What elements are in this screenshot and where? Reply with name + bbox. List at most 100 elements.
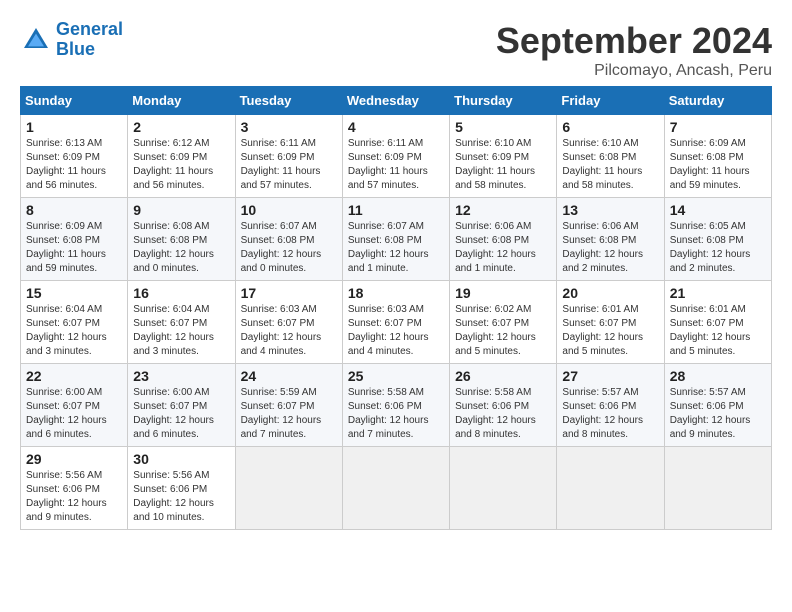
calendar-cell: 6 Sunrise: 6:10 AM Sunset: 6:08 PM Dayli… <box>557 115 664 198</box>
calendar-cell: 1 Sunrise: 6:13 AM Sunset: 6:09 PM Dayli… <box>21 115 128 198</box>
day-info: Sunrise: 6:02 AM Sunset: 6:07 PM Dayligh… <box>455 303 551 359</box>
col-tuesday: Tuesday <box>235 87 342 115</box>
day-number: 15 <box>26 285 122 301</box>
day-info: Sunrise: 6:08 AM Sunset: 6:08 PM Dayligh… <box>133 220 229 276</box>
calendar-cell: 30 Sunrise: 5:56 AM Sunset: 6:06 PM Dayl… <box>128 447 235 530</box>
calendar-cell: 4 Sunrise: 6:11 AM Sunset: 6:09 PM Dayli… <box>342 115 449 198</box>
day-info: Sunrise: 5:56 AM Sunset: 6:06 PM Dayligh… <box>133 469 229 525</box>
calendar-body: 1 Sunrise: 6:13 AM Sunset: 6:09 PM Dayli… <box>21 115 772 530</box>
day-info: Sunrise: 5:56 AM Sunset: 6:06 PM Dayligh… <box>26 469 122 525</box>
calendar-cell: 11 Sunrise: 6:07 AM Sunset: 6:08 PM Dayl… <box>342 198 449 281</box>
day-number: 19 <box>455 285 551 301</box>
location-subtitle: Pilcomayo, Ancash, Peru <box>496 62 772 80</box>
day-number: 14 <box>670 202 766 218</box>
calendar-cell: 19 Sunrise: 6:02 AM Sunset: 6:07 PM Dayl… <box>450 281 557 364</box>
calendar-cell: 26 Sunrise: 5:58 AM Sunset: 6:06 PM Dayl… <box>450 364 557 447</box>
calendar-cell <box>235 447 342 530</box>
calendar-cell: 15 Sunrise: 6:04 AM Sunset: 6:07 PM Dayl… <box>21 281 128 364</box>
header-row: Sunday Monday Tuesday Wednesday Thursday… <box>21 87 772 115</box>
day-number: 21 <box>670 285 766 301</box>
calendar-cell <box>557 447 664 530</box>
calendar-cell: 20 Sunrise: 6:01 AM Sunset: 6:07 PM Dayl… <box>557 281 664 364</box>
day-info: Sunrise: 6:01 AM Sunset: 6:07 PM Dayligh… <box>670 303 766 359</box>
day-info: Sunrise: 6:13 AM Sunset: 6:09 PM Dayligh… <box>26 137 122 193</box>
day-number: 10 <box>241 202 337 218</box>
day-info: Sunrise: 6:05 AM Sunset: 6:08 PM Dayligh… <box>670 220 766 276</box>
calendar-cell: 23 Sunrise: 6:00 AM Sunset: 6:07 PM Dayl… <box>128 364 235 447</box>
calendar-cell: 27 Sunrise: 5:57 AM Sunset: 6:06 PM Dayl… <box>557 364 664 447</box>
day-number: 26 <box>455 368 551 384</box>
calendar-week-row: 1 Sunrise: 6:13 AM Sunset: 6:09 PM Dayli… <box>21 115 772 198</box>
col-sunday: Sunday <box>21 87 128 115</box>
day-number: 6 <box>562 119 658 135</box>
calendar-week-row: 15 Sunrise: 6:04 AM Sunset: 6:07 PM Dayl… <box>21 281 772 364</box>
day-info: Sunrise: 6:00 AM Sunset: 6:07 PM Dayligh… <box>133 386 229 442</box>
month-title: September 2024 <box>496 20 772 62</box>
day-number: 29 <box>26 451 122 467</box>
calendar-week-row: 22 Sunrise: 6:00 AM Sunset: 6:07 PM Dayl… <box>21 364 772 447</box>
logo-icon <box>20 24 52 56</box>
calendar-cell <box>664 447 771 530</box>
day-info: Sunrise: 6:06 AM Sunset: 6:08 PM Dayligh… <box>455 220 551 276</box>
day-number: 28 <box>670 368 766 384</box>
calendar-cell: 25 Sunrise: 5:58 AM Sunset: 6:06 PM Dayl… <box>342 364 449 447</box>
day-number: 7 <box>670 119 766 135</box>
day-number: 13 <box>562 202 658 218</box>
calendar-cell: 7 Sunrise: 6:09 AM Sunset: 6:08 PM Dayli… <box>664 115 771 198</box>
day-number: 3 <box>241 119 337 135</box>
day-info: Sunrise: 6:09 AM Sunset: 6:08 PM Dayligh… <box>670 137 766 193</box>
day-info: Sunrise: 6:03 AM Sunset: 6:07 PM Dayligh… <box>241 303 337 359</box>
day-number: 8 <box>26 202 122 218</box>
col-wednesday: Wednesday <box>342 87 449 115</box>
day-info: Sunrise: 6:07 AM Sunset: 6:08 PM Dayligh… <box>241 220 337 276</box>
day-info: Sunrise: 6:10 AM Sunset: 6:08 PM Dayligh… <box>562 137 658 193</box>
day-info: Sunrise: 6:01 AM Sunset: 6:07 PM Dayligh… <box>562 303 658 359</box>
day-number: 20 <box>562 285 658 301</box>
calendar-cell: 29 Sunrise: 5:56 AM Sunset: 6:06 PM Dayl… <box>21 447 128 530</box>
calendar-cell: 13 Sunrise: 6:06 AM Sunset: 6:08 PM Dayl… <box>557 198 664 281</box>
calendar-cell: 5 Sunrise: 6:10 AM Sunset: 6:09 PM Dayli… <box>450 115 557 198</box>
day-number: 16 <box>133 285 229 301</box>
calendar-cell: 10 Sunrise: 6:07 AM Sunset: 6:08 PM Dayl… <box>235 198 342 281</box>
calendar-cell: 9 Sunrise: 6:08 AM Sunset: 6:08 PM Dayli… <box>128 198 235 281</box>
day-info: Sunrise: 6:04 AM Sunset: 6:07 PM Dayligh… <box>133 303 229 359</box>
calendar-cell: 18 Sunrise: 6:03 AM Sunset: 6:07 PM Dayl… <box>342 281 449 364</box>
calendar-cell: 16 Sunrise: 6:04 AM Sunset: 6:07 PM Dayl… <box>128 281 235 364</box>
day-info: Sunrise: 5:59 AM Sunset: 6:07 PM Dayligh… <box>241 386 337 442</box>
day-info: Sunrise: 6:11 AM Sunset: 6:09 PM Dayligh… <box>348 137 444 193</box>
logo-text: General Blue <box>56 20 123 60</box>
day-number: 17 <box>241 285 337 301</box>
day-info: Sunrise: 6:06 AM Sunset: 6:08 PM Dayligh… <box>562 220 658 276</box>
day-number: 24 <box>241 368 337 384</box>
day-number: 5 <box>455 119 551 135</box>
day-number: 4 <box>348 119 444 135</box>
calendar-cell: 8 Sunrise: 6:09 AM Sunset: 6:08 PM Dayli… <box>21 198 128 281</box>
calendar-cell: 12 Sunrise: 6:06 AM Sunset: 6:08 PM Dayl… <box>450 198 557 281</box>
calendar-cell: 22 Sunrise: 6:00 AM Sunset: 6:07 PM Dayl… <box>21 364 128 447</box>
calendar-cell: 14 Sunrise: 6:05 AM Sunset: 6:08 PM Dayl… <box>664 198 771 281</box>
calendar-cell <box>342 447 449 530</box>
col-friday: Friday <box>557 87 664 115</box>
calendar-cell: 17 Sunrise: 6:03 AM Sunset: 6:07 PM Dayl… <box>235 281 342 364</box>
day-info: Sunrise: 6:12 AM Sunset: 6:09 PM Dayligh… <box>133 137 229 193</box>
col-monday: Monday <box>128 87 235 115</box>
day-info: Sunrise: 6:07 AM Sunset: 6:08 PM Dayligh… <box>348 220 444 276</box>
calendar-cell: 21 Sunrise: 6:01 AM Sunset: 6:07 PM Dayl… <box>664 281 771 364</box>
day-info: Sunrise: 6:00 AM Sunset: 6:07 PM Dayligh… <box>26 386 122 442</box>
calendar-cell: 28 Sunrise: 5:57 AM Sunset: 6:06 PM Dayl… <box>664 364 771 447</box>
day-number: 2 <box>133 119 229 135</box>
day-info: Sunrise: 5:57 AM Sunset: 6:06 PM Dayligh… <box>670 386 766 442</box>
calendar-table: Sunday Monday Tuesday Wednesday Thursday… <box>20 86 772 530</box>
calendar-cell: 24 Sunrise: 5:59 AM Sunset: 6:07 PM Dayl… <box>235 364 342 447</box>
day-number: 9 <box>133 202 229 218</box>
calendar-week-row: 29 Sunrise: 5:56 AM Sunset: 6:06 PM Dayl… <box>21 447 772 530</box>
day-number: 23 <box>133 368 229 384</box>
day-info: Sunrise: 5:57 AM Sunset: 6:06 PM Dayligh… <box>562 386 658 442</box>
col-thursday: Thursday <box>450 87 557 115</box>
day-number: 11 <box>348 202 444 218</box>
col-saturday: Saturday <box>664 87 771 115</box>
calendar-header: Sunday Monday Tuesday Wednesday Thursday… <box>21 87 772 115</box>
day-number: 12 <box>455 202 551 218</box>
day-info: Sunrise: 6:04 AM Sunset: 6:07 PM Dayligh… <box>26 303 122 359</box>
title-area: September 2024 Pilcomayo, Ancash, Peru <box>496 20 772 80</box>
